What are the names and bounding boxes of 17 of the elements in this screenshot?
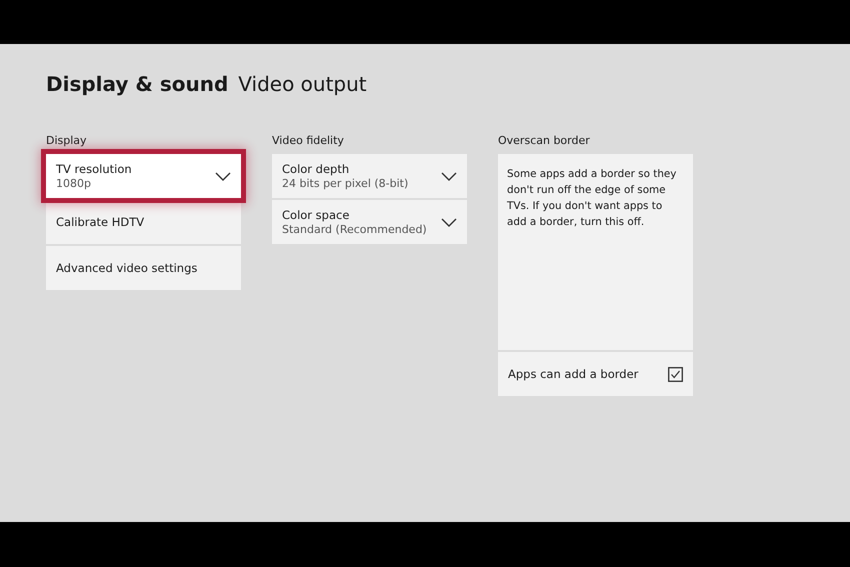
section-label: Overscan border <box>498 134 591 147</box>
dropdown[interactable]: Color depth 24 bits per pixel (8-bit) <box>272 154 467 198</box>
dropdown[interactable]: TV resolution 1080p <box>46 154 241 198</box>
checkbox-label: Apps can add a border <box>508 367 638 381</box>
menu-item[interactable]: Advanced video settings <box>46 246 241 290</box>
menu-item[interactable]: Calibrate HDTV <box>46 200 241 244</box>
chevron-down-icon <box>441 218 457 226</box>
dropdown[interactable]: Color space Standard (Recommended) <box>272 200 467 244</box>
description-text: Some apps add a border so they don't run off the edge of some TVs. If you don't want apps to add a border, turn this off. <box>498 154 693 350</box>
chevron-down-icon <box>215 172 231 180</box>
page-subtitle: Video output <box>238 72 367 96</box>
chevron-down-icon <box>441 172 457 180</box>
checkbox-row[interactable]: Apps can add a border <box>498 352 693 396</box>
page-title: Display & sound <box>46 72 228 96</box>
section-label: Video fidelity <box>272 134 345 147</box>
section-label: Display <box>46 134 88 147</box>
checkbox[interactable] <box>668 366 683 382</box>
